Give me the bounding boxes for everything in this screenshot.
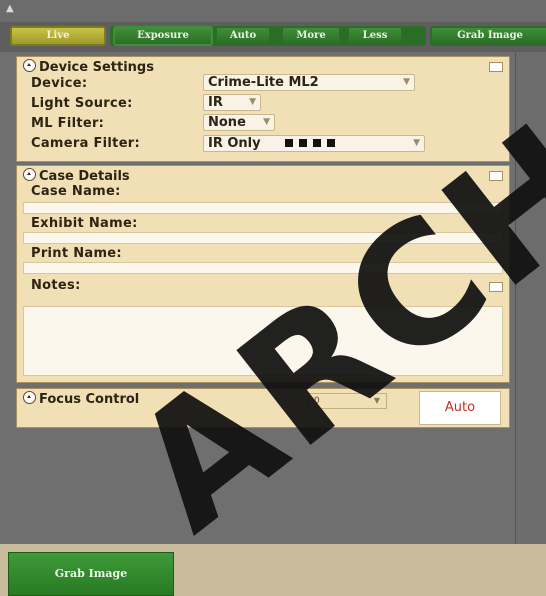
case-details-panel: Case Details Case Name: Exhibit Name: Pr…	[16, 165, 510, 383]
title-strip: ▲	[0, 0, 546, 22]
chevron-down-icon: ▼	[373, 396, 380, 405]
collapse-icon[interactable]	[23, 59, 36, 72]
notes-expand-icon[interactable]	[489, 282, 503, 292]
camera-filter-select[interactable]: IR Only ▼	[203, 135, 425, 152]
focus-value-select[interactable]: 0 ▼	[307, 393, 387, 409]
filter-swatch-icons	[285, 136, 341, 151]
live-button[interactable]: Live	[10, 26, 106, 46]
notes-textarea[interactable]	[23, 306, 503, 376]
focus-control-title: Focus Control	[39, 392, 140, 407]
minimize-icon[interactable]	[489, 62, 503, 72]
light-source-select-value: IR	[208, 95, 223, 110]
chevron-down-icon: ▼	[403, 77, 410, 87]
device-settings-header[interactable]: Device Settings	[23, 59, 154, 75]
focus-control-panel: Focus Control 0 ▼ Auto	[16, 388, 510, 428]
device-settings-title: Device Settings	[39, 60, 154, 75]
collapse-icon[interactable]	[23, 168, 36, 181]
exhibit-name-input[interactable]	[23, 232, 503, 244]
exhibit-name-label: Exhibit Name:	[31, 216, 138, 231]
collapse-icon[interactable]	[23, 391, 36, 404]
more-button[interactable]: More	[281, 26, 341, 46]
ml-filter-label: ML Filter:	[31, 116, 105, 131]
exposure-button[interactable]: Exposure	[113, 26, 213, 46]
auto-exposure-button[interactable]: Auto	[215, 26, 271, 46]
focus-value: 0	[314, 396, 320, 406]
grab-image-toolbar-button[interactable]: Grab Image	[430, 26, 546, 46]
camera-filter-label: Camera Filter:	[31, 136, 141, 151]
device-select[interactable]: Crime-Lite ML2 ▼	[203, 74, 415, 91]
notes-label: Notes:	[31, 278, 81, 293]
ml-filter-select-value: None	[208, 115, 246, 130]
case-name-label: Case Name:	[31, 184, 121, 199]
print-name-label: Print Name:	[31, 246, 122, 261]
device-label: Device:	[31, 76, 88, 91]
app-window: ▲ Live Exposure Auto More Less Grab Imag…	[0, 0, 546, 596]
light-source-select[interactable]: IR ▼	[203, 94, 261, 111]
device-settings-panel: Device Settings Device: Crime-Lite ML2 ▼…	[16, 56, 510, 162]
focus-auto-button[interactable]: Auto	[419, 391, 501, 425]
ml-filter-select[interactable]: None ▼	[203, 114, 275, 131]
print-name-input[interactable]	[23, 262, 503, 274]
chevron-down-icon: ▼	[263, 117, 270, 127]
less-button[interactable]: Less	[347, 26, 403, 46]
light-source-label: Light Source:	[31, 96, 133, 111]
chevron-down-icon: ▼	[249, 97, 256, 107]
focus-control-header[interactable]: Focus Control	[23, 391, 139, 407]
main-toolbar: Live Exposure Auto More Less Grab Image	[0, 22, 546, 52]
camera-filter-select-value: IR Only	[208, 136, 261, 151]
case-name-input[interactable]	[23, 202, 503, 214]
case-details-header[interactable]: Case Details	[23, 168, 130, 184]
device-select-value: Crime-Lite ML2	[208, 75, 319, 90]
minimize-icon[interactable]	[489, 171, 503, 181]
expand-up-icon[interactable]: ▲	[6, 3, 14, 14]
chevron-down-icon: ▼	[413, 138, 420, 148]
case-details-title: Case Details	[39, 169, 130, 184]
side-panel	[515, 52, 546, 544]
grab-image-button[interactable]: Grab Image	[8, 552, 174, 596]
